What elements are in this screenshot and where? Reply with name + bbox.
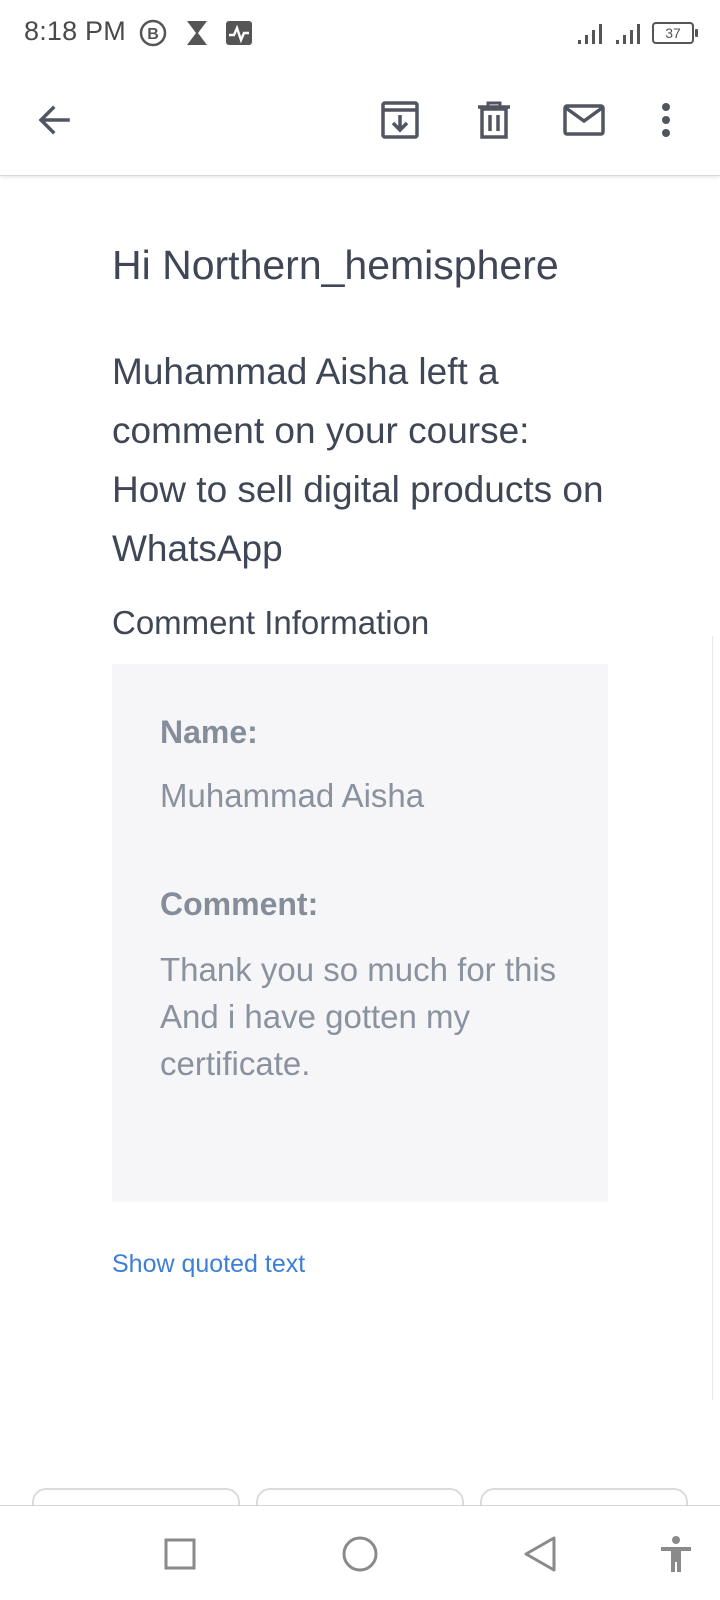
battery-level: 37 xyxy=(665,25,681,41)
home-circle-icon[interactable] xyxy=(340,1534,380,1574)
status-time: 8:18 PM xyxy=(24,16,126,46)
accessibility-icon[interactable] xyxy=(656,1534,696,1574)
signal-icon xyxy=(616,24,640,44)
b-circle-icon: B xyxy=(138,18,168,48)
section-title: Comment Information xyxy=(112,604,430,641)
reply-chips xyxy=(0,1488,720,1518)
email-message: Muhammad Aisha left a comment on your co… xyxy=(112,351,604,569)
greeting: Hi Northern_hemisphere xyxy=(112,242,559,288)
hourglass-icon xyxy=(182,18,212,48)
comment-value: Thank you so much for this And i have go… xyxy=(160,951,557,1082)
recents-square-icon[interactable] xyxy=(160,1534,200,1574)
delete-icon[interactable] xyxy=(470,96,518,144)
comment-info-card: Name: Muhammad Aisha Comment: Thank you … xyxy=(112,664,608,1202)
back-arrow-icon[interactable] xyxy=(30,96,78,144)
scrollbar[interactable] xyxy=(712,636,720,1400)
navigation-bar xyxy=(0,1505,720,1600)
name-value: Muhammad Aisha xyxy=(160,777,425,814)
signal-icon xyxy=(578,24,602,44)
status-right-group: 37 xyxy=(576,20,698,46)
back-triangle-icon[interactable] xyxy=(520,1534,560,1574)
comment-label: Comment: xyxy=(160,886,319,922)
mark-unread-icon[interactable] xyxy=(560,96,608,144)
more-options-icon[interactable] xyxy=(642,96,690,144)
archive-icon[interactable] xyxy=(376,96,424,144)
status-bar: 8:18 PM B 37 xyxy=(0,0,720,64)
show-quoted-text-link[interactable]: Show quoted text xyxy=(112,1250,305,1279)
app-bar xyxy=(0,64,720,176)
battery-icon: 37 xyxy=(652,22,698,44)
activity-icon xyxy=(224,18,254,48)
svg-text:B: B xyxy=(147,26,159,43)
name-label: Name: xyxy=(160,714,258,750)
